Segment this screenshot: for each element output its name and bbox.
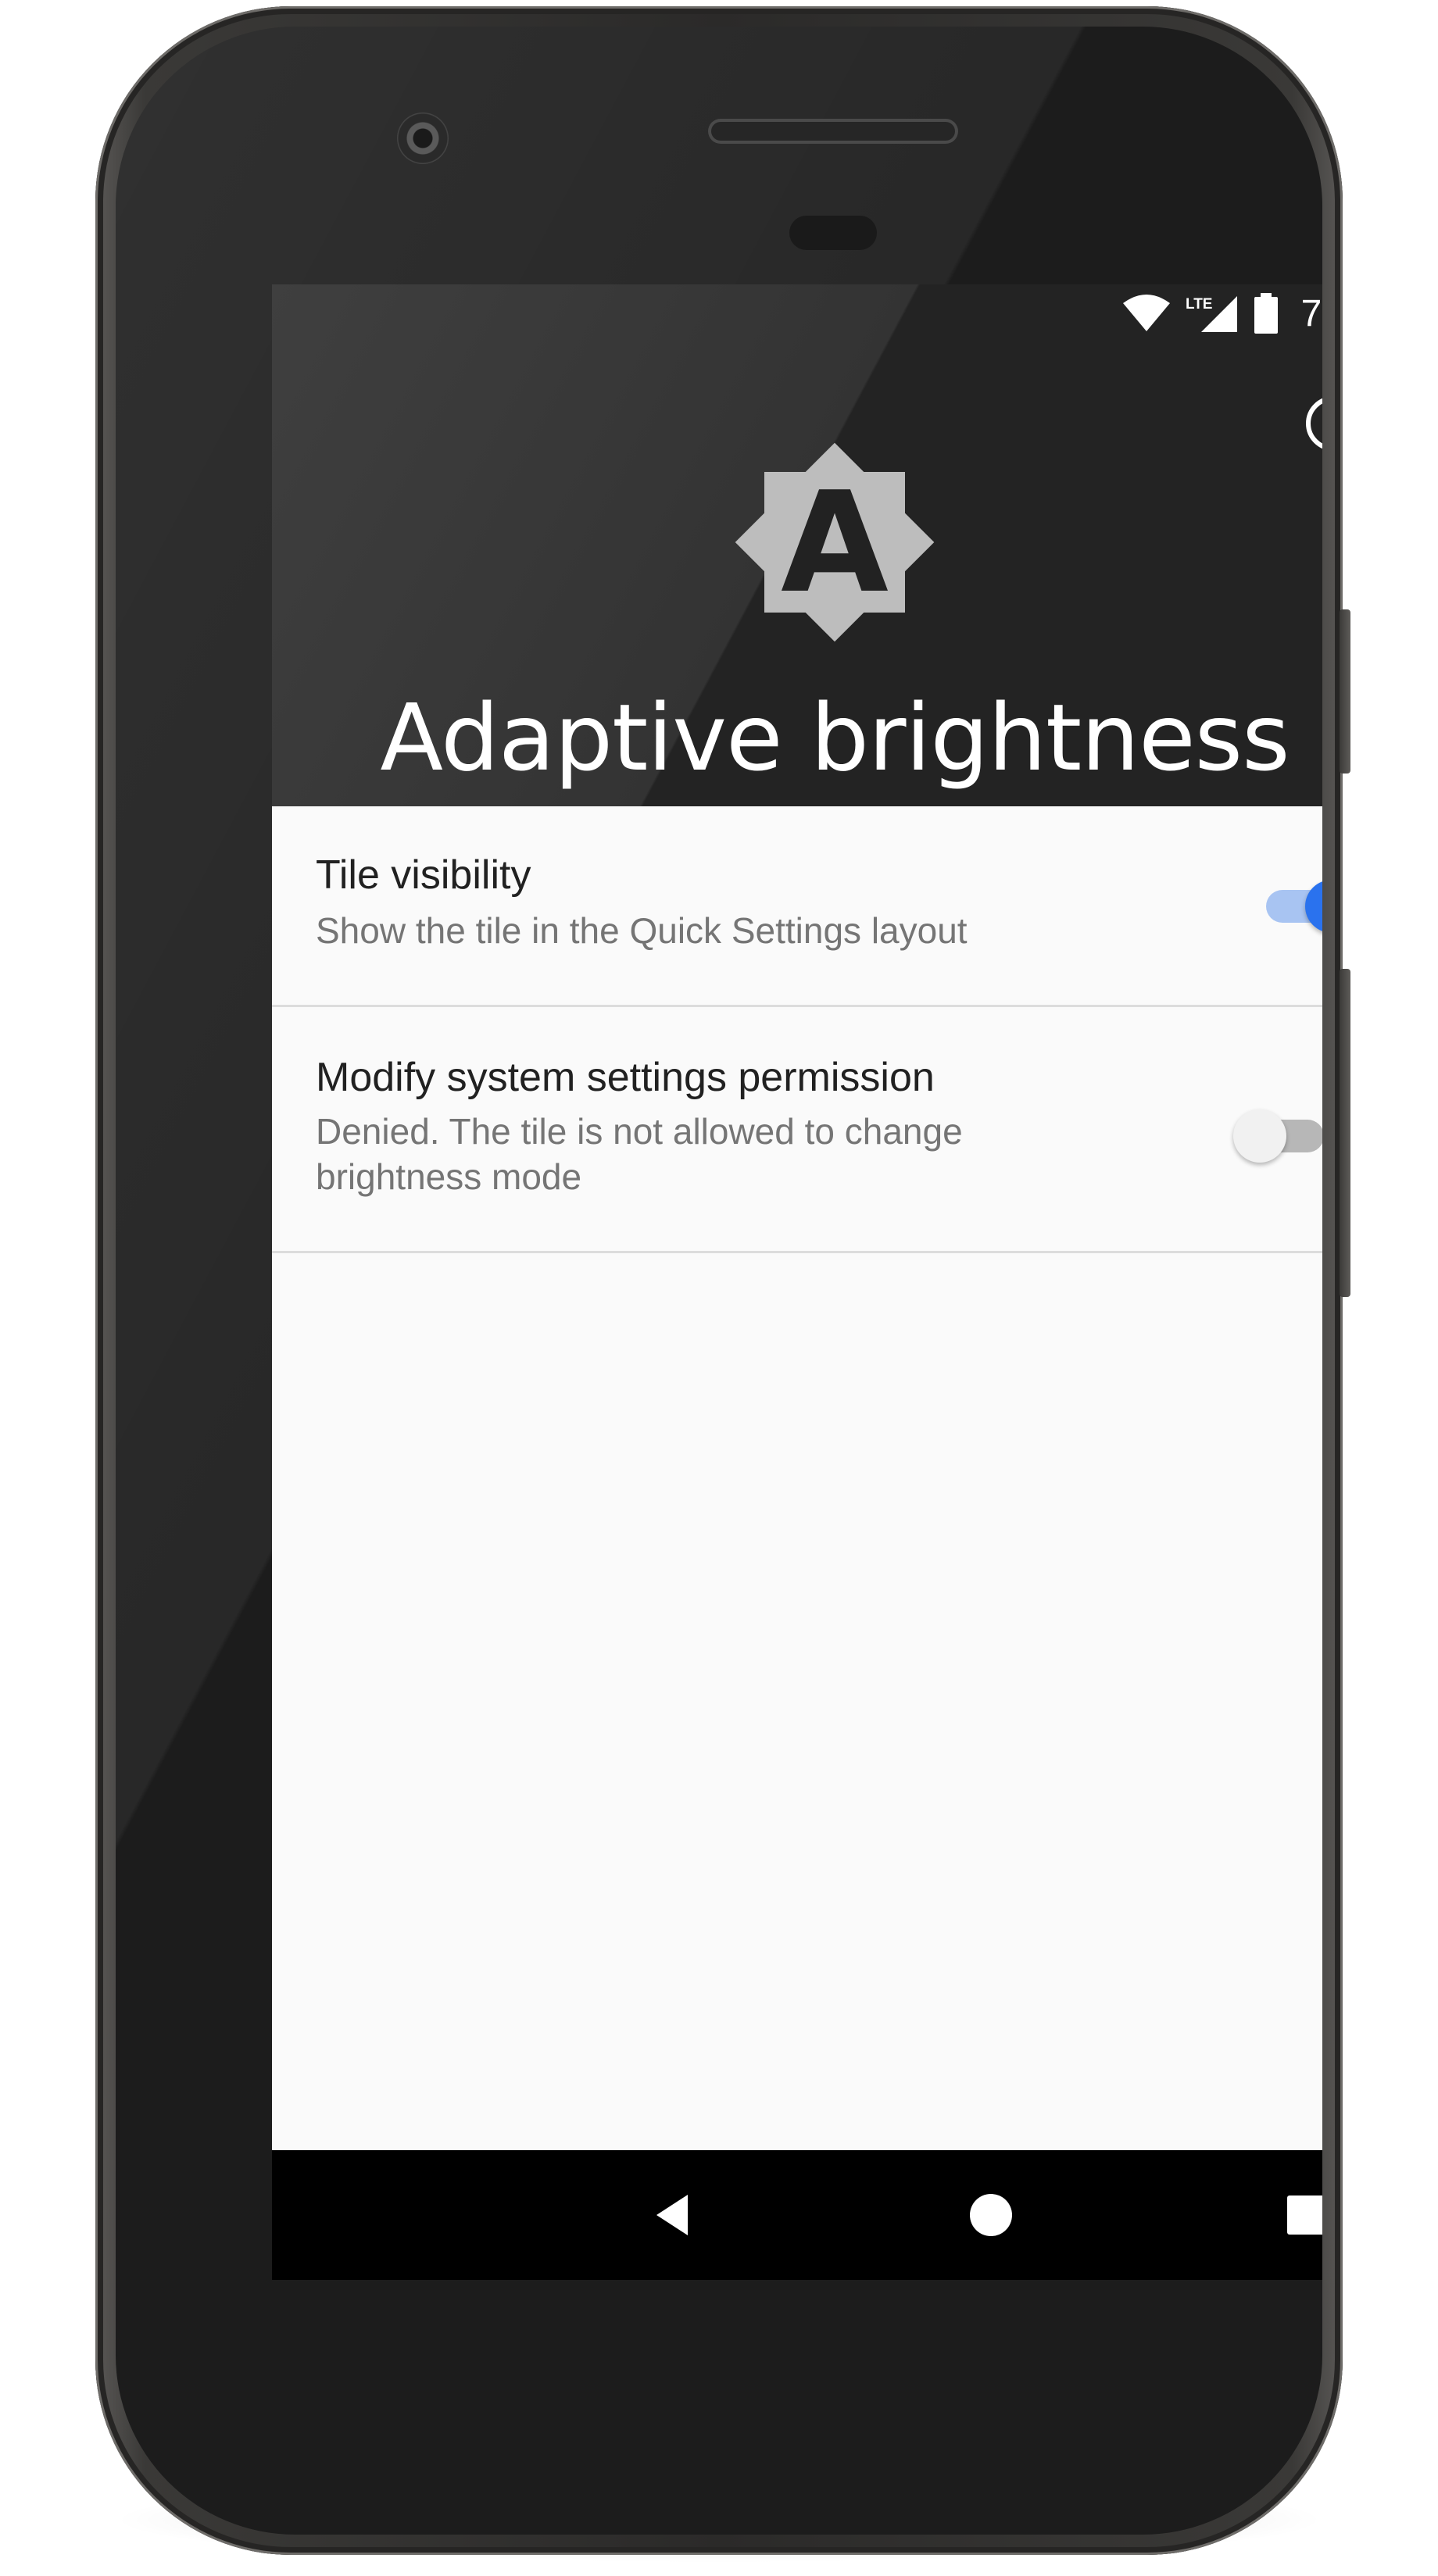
help-circle-icon <box>1306 398 1322 449</box>
status-time: 7:00 <box>1300 292 1322 334</box>
brightness-auto-icon: A <box>735 442 935 642</box>
switch-thumb <box>1233 1109 1286 1163</box>
page-title: Adaptive brightness <box>380 684 1290 791</box>
setting-title: Modify system settings permission <box>316 1055 935 1100</box>
power-button <box>1340 609 1350 774</box>
earpiece-speaker <box>708 119 958 144</box>
logo-letter: A <box>781 462 889 623</box>
front-camera <box>397 113 449 164</box>
lte-signal-icon: LTE <box>1186 296 1237 332</box>
setting-system-permission[interactable]: Modify system settings permission Denied… <box>272 1007 1322 1253</box>
navigation-bar <box>272 2150 1322 2280</box>
screen: LTE 7:00 A Adaptive br <box>272 284 1322 2280</box>
proximity-sensor <box>789 216 877 250</box>
recents-icon <box>1287 2195 1322 2235</box>
home-icon <box>970 2194 1012 2236</box>
setting-subtitle: Show the tile in the Quick Settings layo… <box>316 910 968 951</box>
setting-subtitle: Denied. The tile is not allowed to chang… <box>316 1111 963 1197</box>
back-icon <box>656 2195 688 2235</box>
setting-title: Tile visibility <box>316 852 531 898</box>
volume-button <box>1340 969 1350 1297</box>
wifi-icon <box>1122 295 1170 331</box>
switch-thumb <box>1305 880 1322 933</box>
app-header: LTE 7:00 A Adaptive br <box>272 284 1322 806</box>
system-permission-switch[interactable] <box>1230 1095 1322 1166</box>
back-button[interactable] <box>642 2184 705 2246</box>
status-bar: LTE 7:00 <box>1121 284 1322 342</box>
battery-icon <box>1254 293 1278 334</box>
tile-visibility-switch[interactable] <box>1250 866 1322 936</box>
network-label: LTE <box>1186 296 1212 313</box>
recents-button[interactable] <box>1275 2184 1322 2246</box>
settings-list: Tile visibility Show the tile in the Qui… <box>272 806 1322 2150</box>
phone-face: LTE 7:00 A Adaptive br <box>116 27 1322 2535</box>
setting-tile-visibility[interactable]: Tile visibility Show the tile in the Qui… <box>272 806 1322 1007</box>
home-button[interactable] <box>960 2184 1022 2246</box>
help-button[interactable] <box>1304 394 1322 453</box>
